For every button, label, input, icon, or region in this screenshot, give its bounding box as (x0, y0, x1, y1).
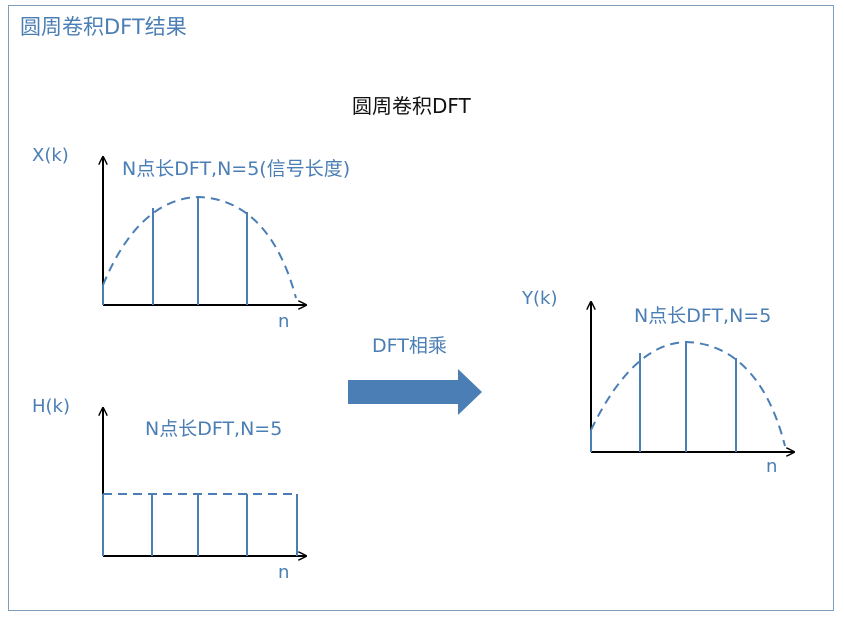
yk-plot (591, 302, 794, 452)
xk-plot (103, 157, 306, 305)
xk-envelope (102, 195, 297, 299)
multiply-arrow (348, 369, 482, 415)
hk-plot (103, 408, 306, 556)
yk-envelope (590, 340, 786, 447)
diagram-graphics (0, 0, 844, 624)
